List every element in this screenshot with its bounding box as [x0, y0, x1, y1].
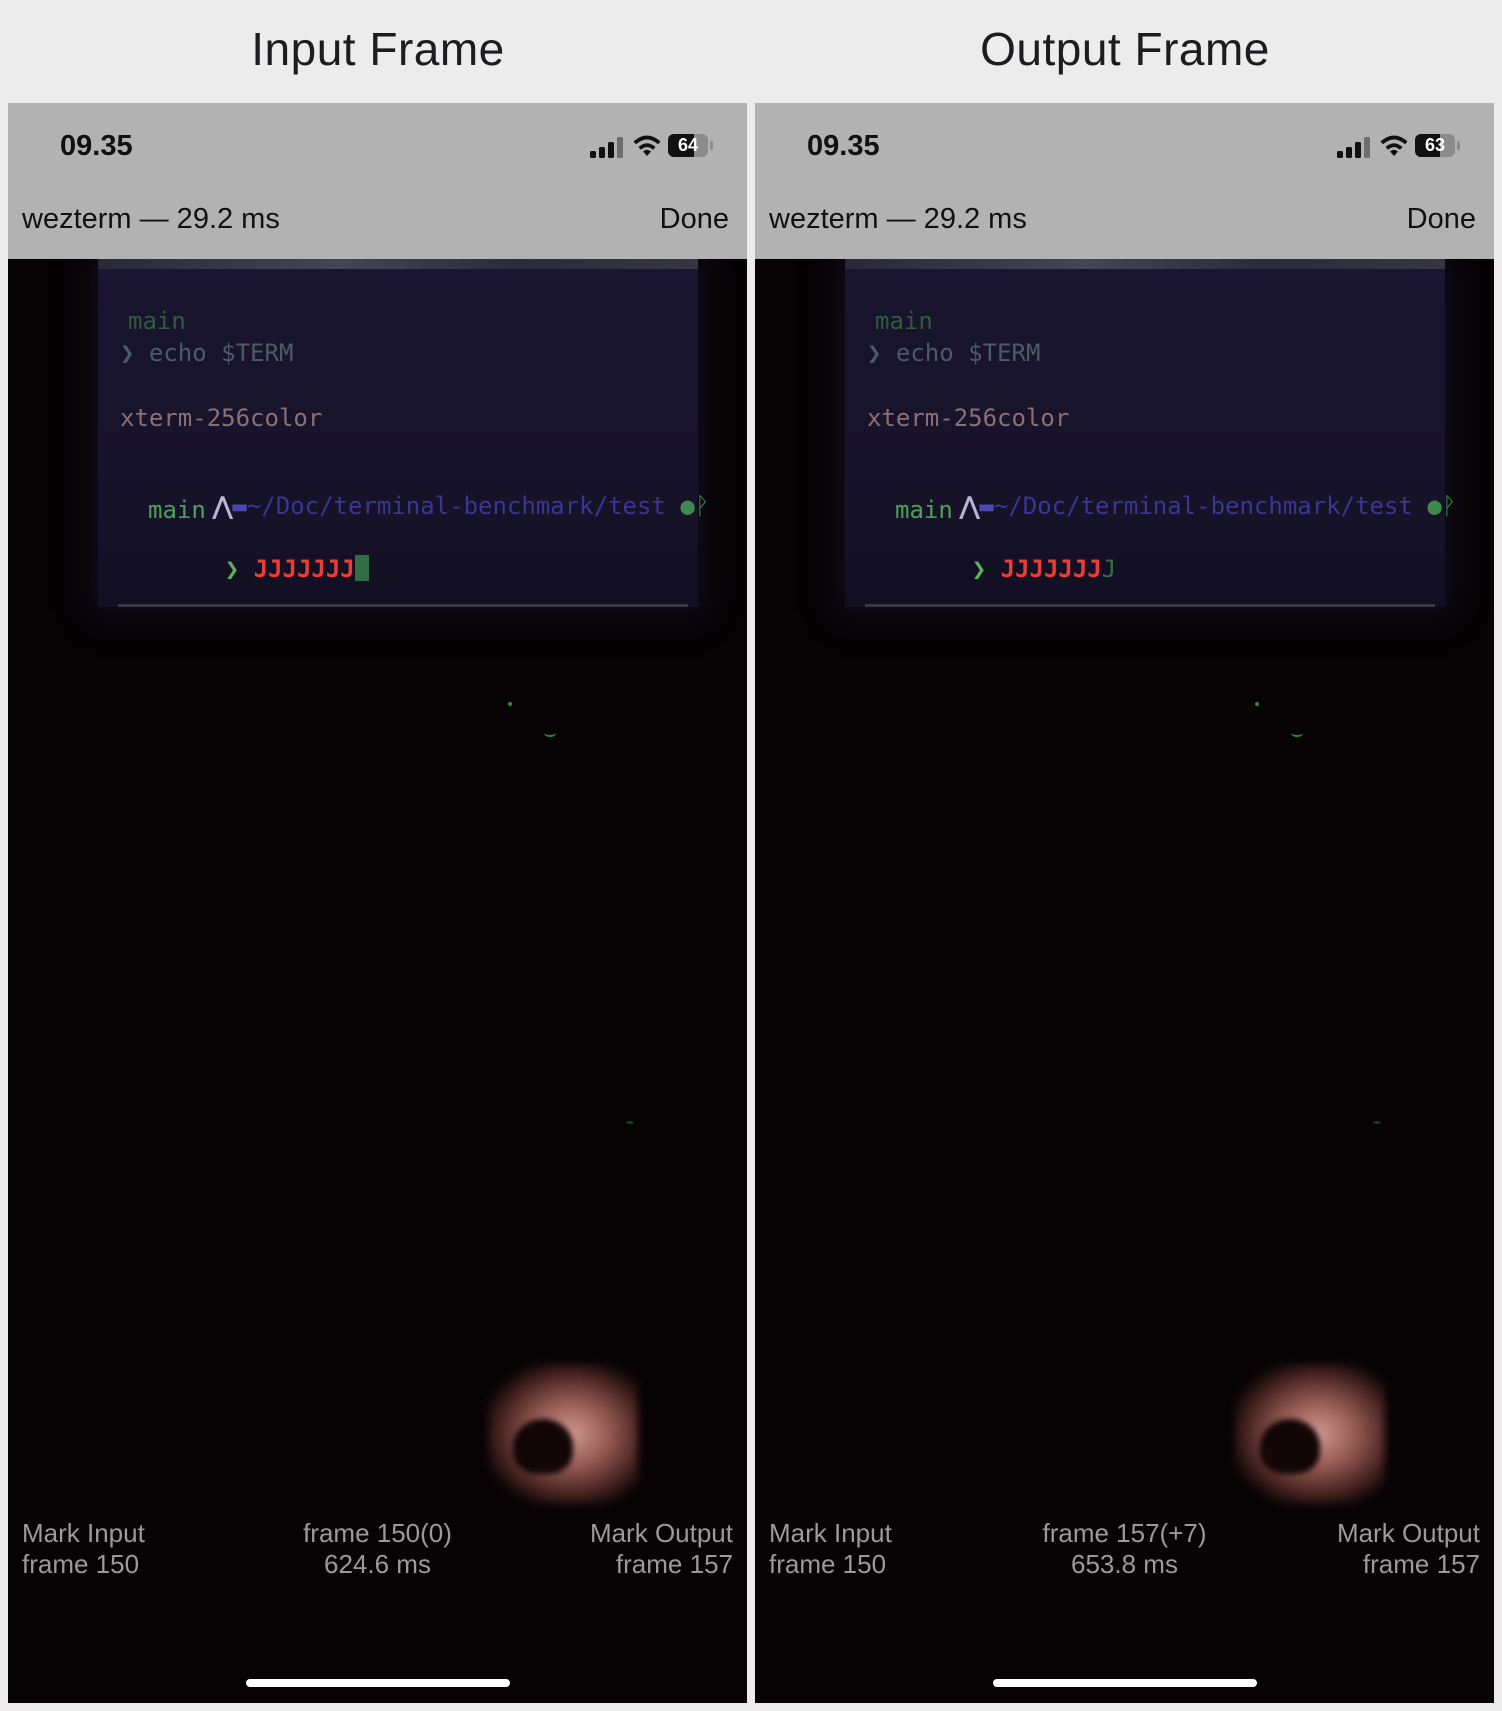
- mark-output-button[interactable]: Mark Output frame 157: [1337, 1518, 1480, 1580]
- green-led: [508, 702, 512, 706]
- terminal-line-output: xterm-256color: [120, 404, 323, 432]
- output-frame-panel: 09.35 63 wezterm — 29.2 ms Done main ❯ e…: [755, 103, 1494, 1703]
- status-bar: 09.35 64: [8, 103, 747, 181]
- input-frame-heading: Input Frame: [251, 23, 505, 75]
- prompt-chevron: ❯: [971, 555, 987, 583]
- terminal-path: ~/Doc/terminal-benchmark/test: [246, 492, 666, 520]
- nav-title: wezterm — 29.2 ms: [22, 203, 280, 235]
- input-frame-panel: 09.35 64 wezterm — 29.2 ms Done main ❯ e…: [8, 103, 747, 1703]
- home-indicator[interactable]: [245, 1679, 510, 1687]
- battery-tip: [710, 141, 713, 150]
- battery-tip: [1457, 141, 1460, 150]
- monitor-tabbar: [98, 259, 698, 269]
- github-icon: ●: [680, 492, 695, 520]
- nav-bar: wezterm — 29.2 ms Done: [755, 181, 1494, 259]
- terminal-cursor-char: J: [1101, 555, 1117, 583]
- output-frame-heading: Output Frame: [980, 23, 1270, 75]
- video-frame: main ❯ echo $TERM xterm-256color ⋀▬~/Doc…: [755, 259, 1494, 1703]
- status-clock: 09.35: [60, 130, 133, 162]
- terminal-line-main: main: [128, 307, 186, 335]
- green-led-small: [626, 1121, 634, 1124]
- arch-icon: ⋀: [959, 492, 980, 520]
- folder-icon: ▬: [979, 492, 994, 520]
- terminal-git-branch: main: [895, 496, 953, 524]
- battery-percent: 64: [677, 135, 699, 155]
- typed-command: JJJJJJJ: [1000, 555, 1102, 583]
- green-led-ring: [544, 729, 556, 737]
- hand-shadow: [513, 1419, 573, 1474]
- status-bar: 09.35 63: [755, 103, 1494, 181]
- mark-output-label: Mark Output: [589, 1518, 733, 1548]
- hand-shadow: [1260, 1419, 1320, 1474]
- terminal-git-branch: main: [148, 496, 206, 524]
- wifi-icon: [1380, 135, 1408, 156]
- video-frame: main ❯ echo $TERM xterm-256color ⋀▬~/Doc…: [8, 259, 747, 1703]
- typed-command: JJJJJJJ: [253, 555, 355, 583]
- terminal-line-main: main: [875, 307, 933, 335]
- done-button[interactable]: Done: [1407, 203, 1476, 236]
- nav-bar: wezterm — 29.2 ms Done: [8, 181, 747, 259]
- folder-icon: ▬: [232, 492, 247, 520]
- monitor-tabbar: [845, 259, 1445, 269]
- mark-output-frame: frame 157: [1362, 1549, 1480, 1579]
- prompt-chevron: ❯: [224, 555, 240, 583]
- cellular-signal-icon: [1337, 136, 1373, 158]
- terminal-path: ~/Doc/terminal-benchmark/test: [993, 492, 1413, 520]
- cellular-signal-icon: [590, 136, 626, 158]
- mark-output-button[interactable]: Mark Output frame 157: [590, 1518, 733, 1580]
- green-led-ring: [1291, 729, 1303, 737]
- arch-icon: ⋀: [212, 492, 233, 520]
- terminal-line-output: xterm-256color: [867, 404, 1070, 432]
- status-clock: 09.35: [807, 130, 880, 162]
- terminal-cursor: [354, 555, 369, 581]
- green-led: [1255, 702, 1259, 706]
- battery-icon: 63: [1415, 134, 1455, 157]
- mark-output-label: Mark Output: [1336, 1518, 1480, 1548]
- wifi-icon: [633, 135, 661, 156]
- terminal-input-line: ❯ JJJJJJJ: [138, 527, 369, 611]
- nav-title: wezterm — 29.2 ms: [769, 203, 1027, 235]
- terminal-input-line: ❯ JJJJJJJJ: [885, 527, 1117, 611]
- git-branch-icon: ᚹ: [1441, 492, 1457, 520]
- terminal-line-echo: ❯ echo $TERM: [867, 339, 1041, 367]
- git-branch-icon: ᚹ: [694, 492, 710, 520]
- terminal-line-echo: ❯ echo $TERM: [120, 339, 294, 367]
- github-icon: ●: [1427, 492, 1442, 520]
- green-led-small: [1373, 1121, 1381, 1124]
- battery-percent: 63: [1424, 135, 1446, 155]
- battery-icon: 64: [668, 134, 708, 157]
- done-button[interactable]: Done: [660, 203, 729, 236]
- mark-output-frame: frame 157: [615, 1549, 733, 1579]
- home-indicator[interactable]: [992, 1679, 1257, 1687]
